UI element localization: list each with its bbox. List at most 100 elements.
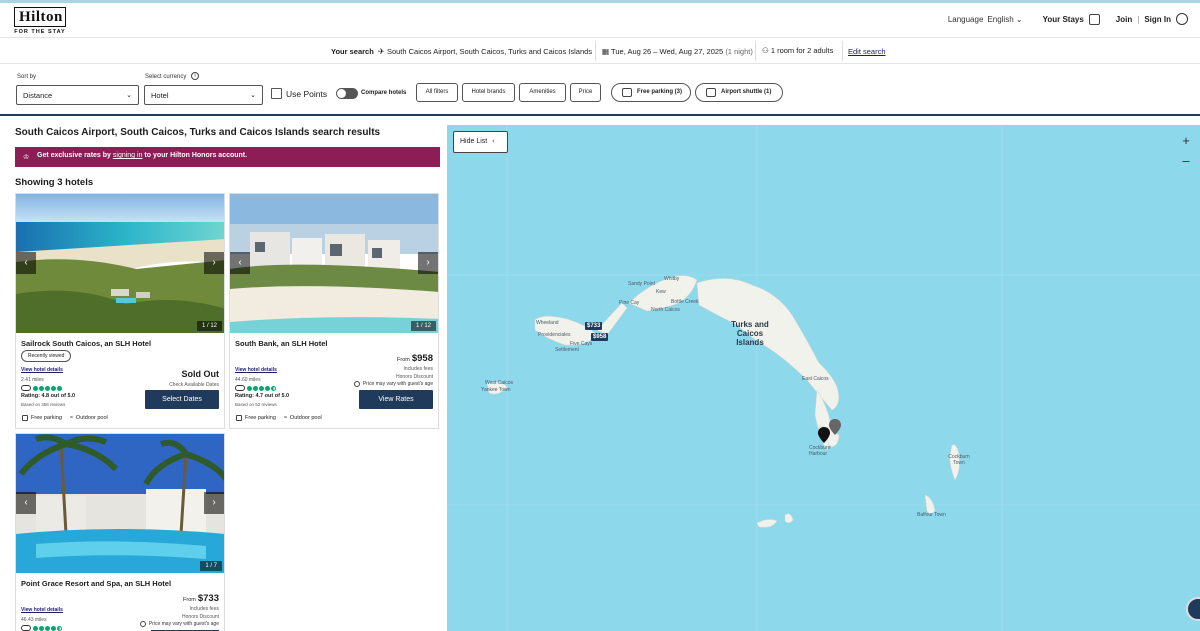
use-points-checkbox[interactable] <box>271 88 282 99</box>
price-vary-note: Price may vary with guest's age <box>353 381 433 387</box>
hotel-price: $733 <box>197 593 219 604</box>
hotel-name[interactable]: South Bank, an SLH Hotel <box>235 339 328 348</box>
amenities-list: Free parking ≈ Outdoor pool <box>22 415 108 421</box>
hotel-photo-image <box>16 194 224 333</box>
your-stays-link[interactable]: Your Stays <box>1043 15 1084 24</box>
chevron-down-icon: ⌄ <box>126 92 132 99</box>
next-photo-button[interactable]: › <box>204 492 224 514</box>
hilton-logo[interactable]: Hilton FOR THE STAY <box>14 7 66 35</box>
price-vary-note: Price may vary with guest's age <box>139 621 219 627</box>
hotel-price: $958 <box>411 353 433 364</box>
hotel-name[interactable]: Sailrock South Caicos, an SLH Hotel <box>21 339 151 348</box>
hotel-card[interactable]: ‹ › 1 / 12 South Bank, an SLH Hotel From… <box>229 193 439 429</box>
sort-select[interactable]: Distance ⌄ <box>16 85 139 105</box>
compare-hotels-toggle[interactable] <box>336 88 358 99</box>
map-label: Balfour Town <box>917 512 946 518</box>
hide-list-button[interactable]: Hide List ‹ <box>453 131 508 153</box>
shuttle-icon <box>706 88 716 97</box>
site-header: Hilton FOR THE STAY Language English ⌄ Yo… <box>0 3 1200 38</box>
rating-dot-icon <box>51 625 56 631</box>
rating-dot-icon <box>57 625 62 631</box>
free-parking-filter[interactable]: Free parking (3) <box>611 83 691 102</box>
sign-in-link[interactable]: Sign In <box>1144 15 1171 24</box>
currency-select[interactable]: Hotel ⌄ <box>144 85 263 105</box>
account-icon[interactable] <box>1176 13 1188 25</box>
zoom-in-button[interactable]: + <box>1178 131 1194 151</box>
free-parking-label: Free parking (3) <box>637 89 683 95</box>
search-location[interactable]: ✈ South Caicos Airport, South Caicos, Tu… <box>378 47 592 56</box>
divider <box>842 41 843 61</box>
hotel-photo[interactable]: ‹ › 1 / 12 <box>16 194 224 333</box>
tripadvisor-rating <box>21 385 63 391</box>
search-dates[interactable]: ▦ Tue, Aug 26 – Wed, Aug 27, 2025 (1 nig… <box>602 47 753 56</box>
hotel-reviews: Based on 358 reviews <box>21 402 66 407</box>
zoom-out-button[interactable]: – <box>1178 151 1194 171</box>
next-photo-button[interactable]: › <box>204 252 224 274</box>
info-icon[interactable]: i <box>191 72 199 80</box>
check-available-dates: Check Available Dates <box>169 382 219 388</box>
chevron-left-icon: ‹ <box>492 138 495 145</box>
info-icon[interactable] <box>139 621 146 627</box>
map-pin-icon[interactable] <box>829 419 841 435</box>
view-hotel-details-link[interactable]: View hotel details <box>21 607 63 613</box>
info-icon[interactable] <box>353 381 360 387</box>
results-title: South Caicos Airport, South Caicos, Turk… <box>15 127 381 138</box>
map-region-label: Turks and Caicos Islands <box>731 320 769 347</box>
edit-search-link[interactable]: Edit search <box>848 47 886 56</box>
chevron-down-icon: ⌄ <box>250 92 256 99</box>
rating-dot-icon <box>45 625 50 631</box>
honors-banner: ♔ Get exclusive rates by signing in to y… <box>15 147 440 167</box>
honors-icon: ♔ <box>23 154 30 161</box>
join-link[interactable]: Join <box>1116 15 1132 24</box>
use-points-label: Use Points <box>286 89 328 99</box>
view-hotel-details-link[interactable]: View hotel details <box>21 367 63 373</box>
amenity-pool: Outdoor pool <box>289 415 322 421</box>
hotel-name[interactable]: Point Grace Resort and Spa, an SLH Hotel <box>21 579 171 588</box>
price-button[interactable]: Price <box>570 83 601 102</box>
banner-text-pre: Get exclusive rates by <box>37 152 113 159</box>
hotel-brands-button[interactable]: Hotel brands <box>462 83 515 102</box>
prev-photo-button[interactable]: ‹ <box>230 252 250 274</box>
results-count: Showing 3 hotels <box>15 177 94 188</box>
price-vary-text: Price may vary with guest's age <box>362 381 433 387</box>
from-label: From <box>183 597 196 603</box>
map-label: East Caicos <box>802 376 829 382</box>
map-label: Wheeland <box>536 320 559 326</box>
map-panel[interactable]: Hide List ‹ + – Whitby Sandy Point Kew Bo… <box>447 125 1200 631</box>
language-label: Language <box>947 14 984 24</box>
airport-shuttle-filter[interactable]: Airport shuttle (1) <box>695 83 783 102</box>
prev-photo-button[interactable]: ‹ <box>16 252 36 274</box>
hotel-distance: 46.43 miles <box>21 617 47 623</box>
amenities-button[interactable]: Amenities <box>519 83 566 102</box>
select-dates-button[interactable]: Select Dates <box>145 390 219 409</box>
divider <box>595 41 596 61</box>
calendar-icon[interactable] <box>1088 13 1100 25</box>
hotel-card[interactable]: ‹ › 1 / 7 Point Grace Resort and Spa, an… <box>15 433 225 631</box>
from-label: From <box>397 357 410 363</box>
rating-dot-icon <box>247 385 252 391</box>
map-label: Pine Cay <box>619 300 640 306</box>
dates-text: Tue, Aug 26 – Wed, Aug 27, 2025 <box>611 47 724 56</box>
hotel-card[interactable]: ‹ › 1 / 12 Sailrock South Caicos, an SLH… <box>15 193 225 429</box>
rating-dot-icon <box>259 385 264 391</box>
view-rates-button[interactable]: View Rates <box>359 390 433 409</box>
logo-tagline: FOR THE STAY <box>14 29 66 35</box>
map-label: Providenciales <box>538 332 571 338</box>
hotel-photo[interactable]: ‹ › 1 / 7 <box>16 434 224 573</box>
view-hotel-details-link[interactable]: View hotel details <box>235 367 277 373</box>
price-pin[interactable]: $958 <box>591 333 609 341</box>
sign-in-banner-link[interactable]: signing in <box>113 152 143 159</box>
hotel-photo[interactable]: ‹ › 1 / 12 <box>230 194 438 333</box>
language-selector[interactable]: Language English ⌄ <box>948 15 1023 24</box>
price-pin[interactable]: $733 <box>585 322 603 330</box>
logo-wordmark: Hilton <box>14 7 66 27</box>
parking-icon <box>622 88 632 97</box>
hotel-photo-image <box>16 434 224 573</box>
next-photo-button[interactable]: › <box>418 252 438 274</box>
map-label: Bottle Creek <box>671 299 699 305</box>
compare-hotels-label: Compare hotels <box>361 90 407 96</box>
rating-dot-icon <box>33 625 38 631</box>
search-rooms[interactable]: ⚇ 1 room for 2 adults <box>762 46 833 55</box>
prev-photo-button[interactable]: ‹ <box>16 492 36 514</box>
all-filters-button[interactable]: All filters <box>416 83 458 102</box>
